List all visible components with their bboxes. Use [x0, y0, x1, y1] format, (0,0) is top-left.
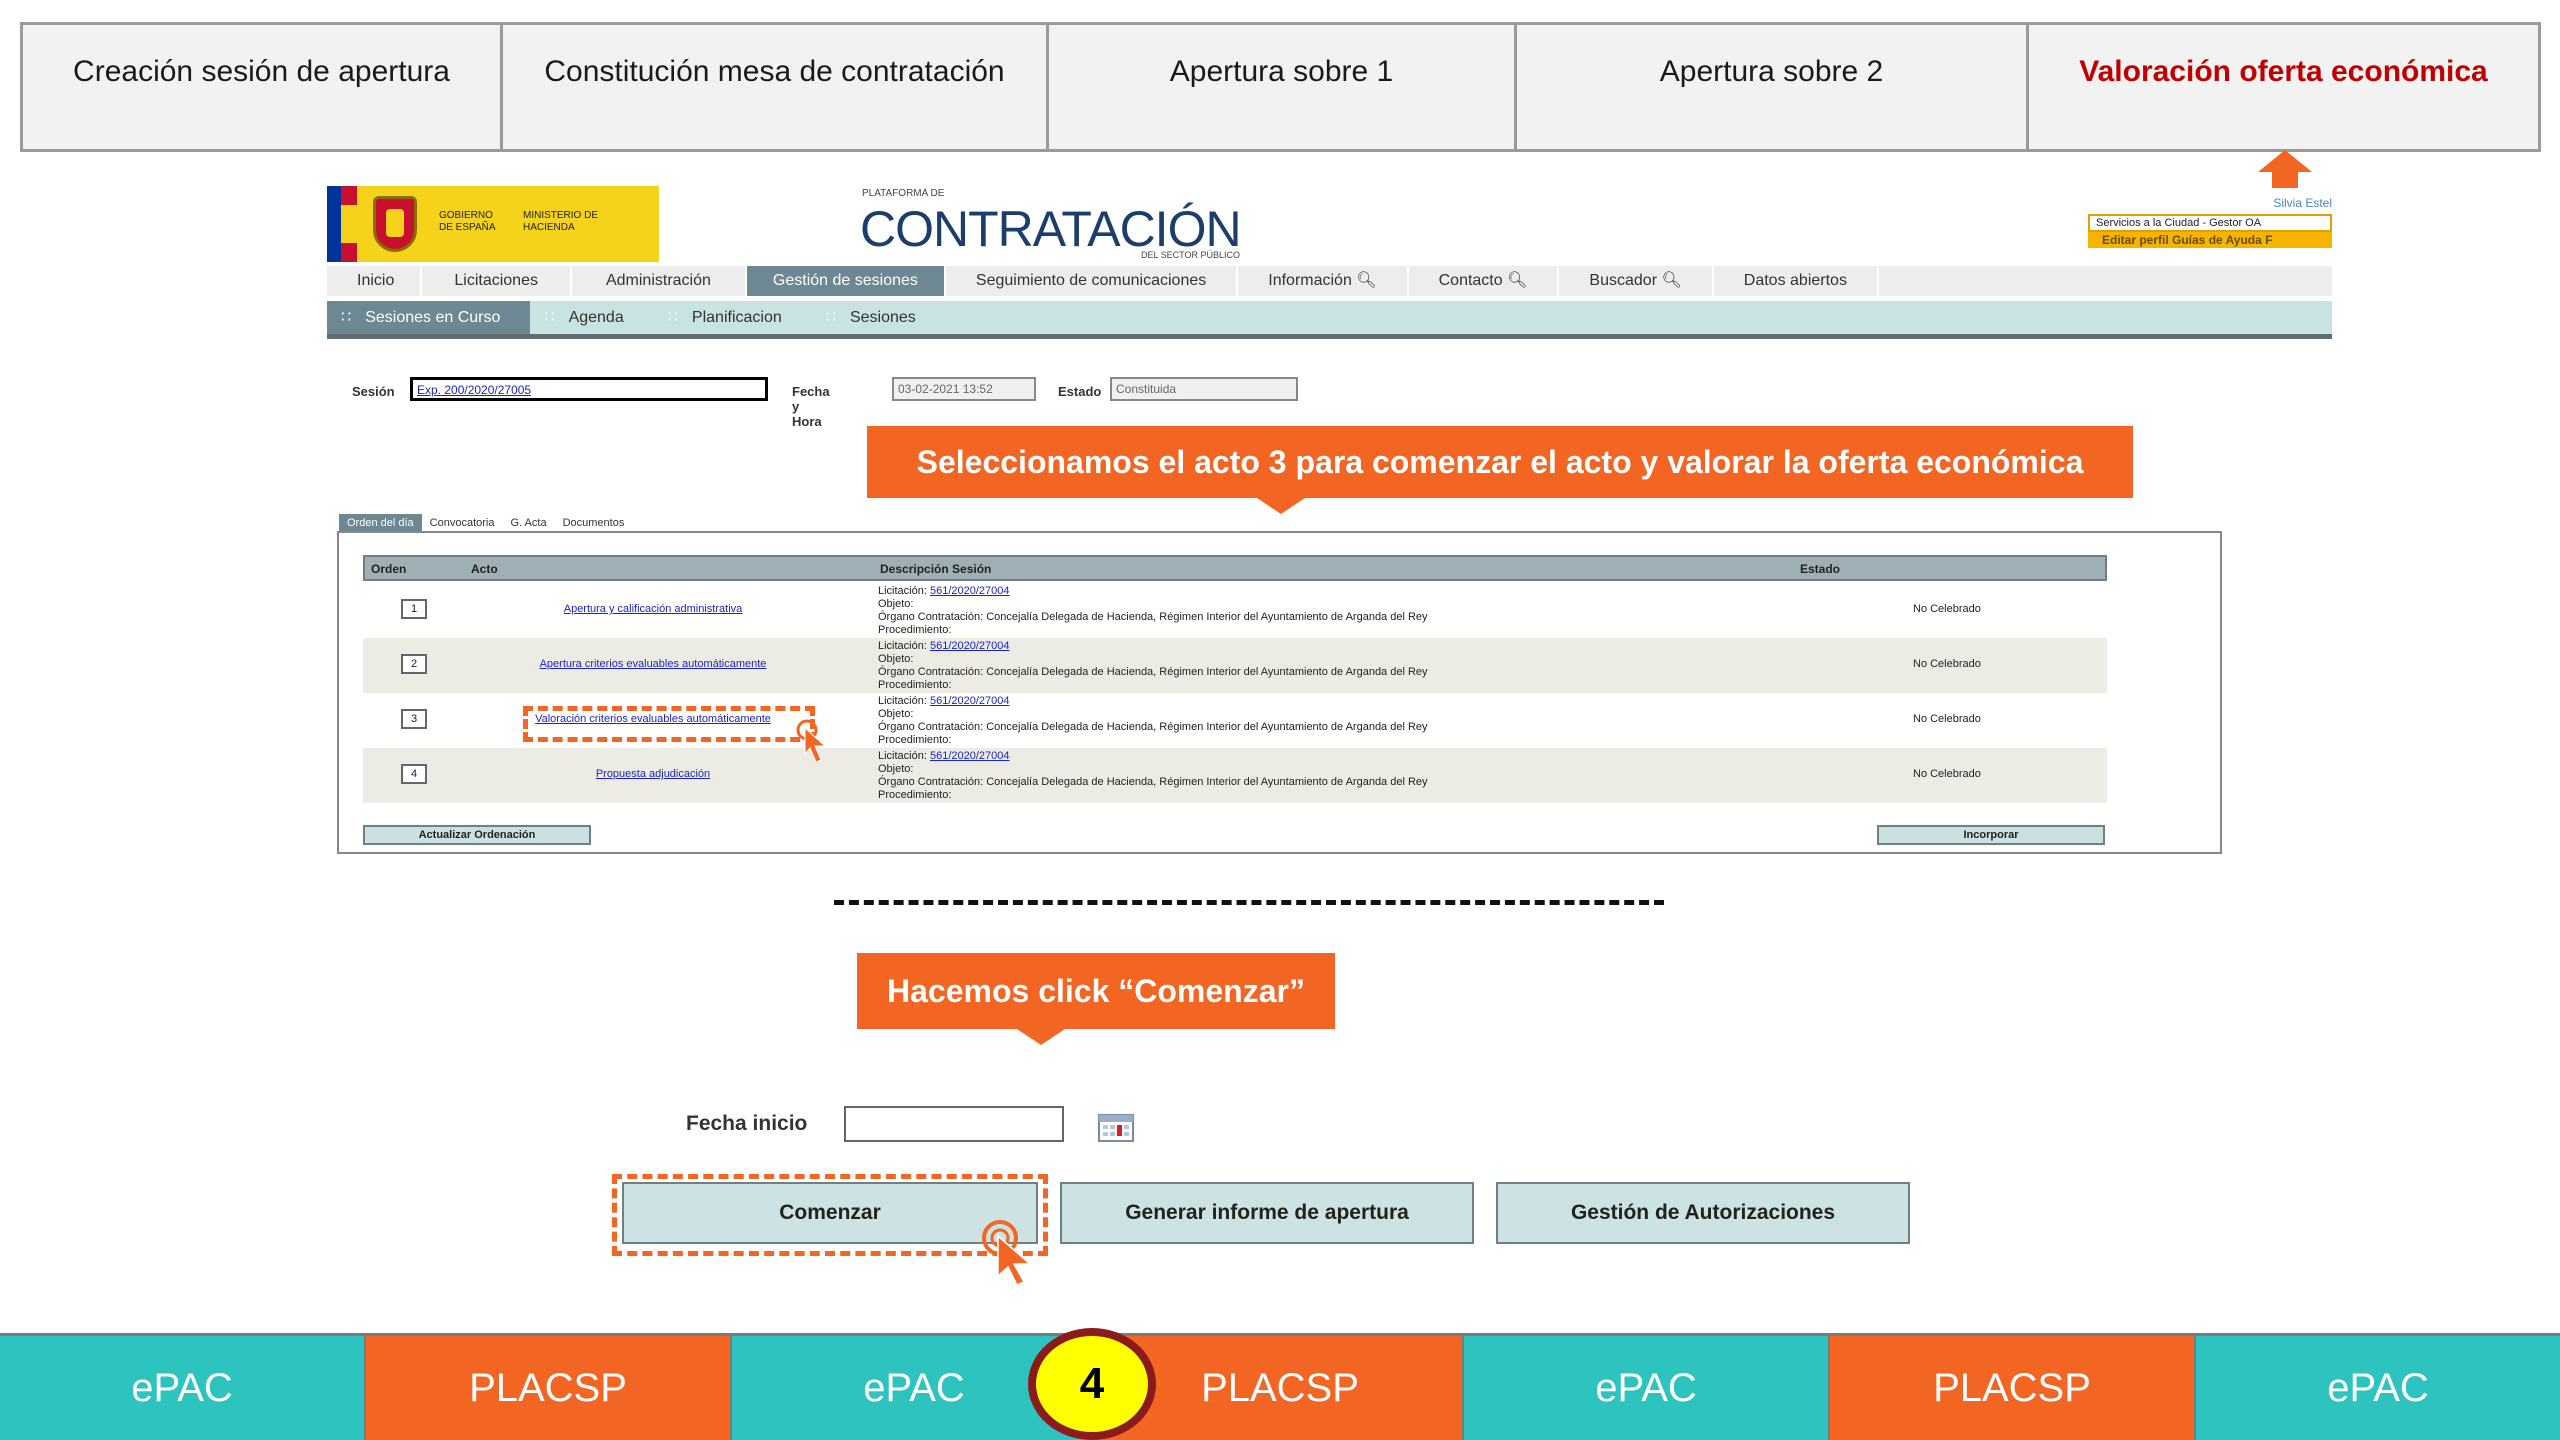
gestion-autorizaciones-button[interactable]: Gestión de Autorizaciones: [1496, 1182, 1910, 1244]
table-header: Orden Acto Descripción Sesión Estado: [363, 555, 2107, 581]
step-number-badge: 4: [1028, 1328, 1156, 1440]
highlight-acto-3: [523, 706, 815, 742]
tab-convocatoria[interactable]: Convocatoria: [422, 514, 503, 532]
generar-informe-button[interactable]: Generar informe de apertura: [1060, 1182, 1474, 1244]
fecha-inicio-input[interactable]: [844, 1106, 1064, 1142]
hand-cursor-icon: [796, 719, 827, 762]
callout-click-comenzar: Hacemos click “Comenzar”: [857, 953, 1335, 1045]
section-divider: [834, 900, 1664, 905]
nav-seguimiento[interactable]: Seguimiento de comunicaciones: [946, 266, 1239, 296]
sesion-link[interactable]: Exp. 200/2020/27005: [410, 377, 768, 401]
orden-del-dia-table: Orden Acto Descripción Sesión Estado 1 A…: [337, 531, 2222, 854]
table-row: 4 Propuesta adjudicación Licitación: 561…: [363, 748, 2107, 803]
plataforma-logo: PLATAFORMA DE CONTRATACIÓN DEL SECTOR PÚ…: [860, 188, 1242, 260]
user-panel: Silvia Estel Servicios a la Ciudad - Ges…: [2088, 196, 2332, 252]
main-nav: Inicio Licitaciones Administración Gesti…: [327, 266, 2332, 296]
incorporar-button[interactable]: Incorporar: [1877, 825, 2105, 845]
nav-informacion[interactable]: Información 🔍︎: [1238, 266, 1409, 296]
subnav-sesiones-en-curso[interactable]: Sesiones en Curso: [327, 301, 531, 334]
nav-datos-abiertos[interactable]: Datos abiertos: [1714, 266, 1879, 296]
licitacion-link[interactable]: 561/2020/27004: [930, 750, 1010, 762]
step-valoracion-oferta: Valoración oferta económica: [2079, 55, 2488, 88]
process-step-bar: Creación sesión de apertura Constitución…: [20, 22, 2541, 152]
tab-orden-del-dia[interactable]: Orden del día: [339, 514, 422, 532]
gobierno-logo: GOBIERNO DE ESPAÑA MINISTERIO DE HACIEND…: [327, 186, 659, 262]
callout-select-acto-3: Seleccionamos el acto 3 para comenzar el…: [867, 426, 2133, 514]
fecha-inicio-label: Fecha inicio: [686, 1112, 808, 1135]
bottom-phase-bar: ePAC PLACSP ePAC PLACSP ePAC PLACSP ePAC: [0, 1333, 2560, 1440]
user-org-select[interactable]: Servicios a la Ciudad - Gestor OA: [2088, 214, 2332, 232]
phase-epac: ePAC: [1464, 1336, 1830, 1440]
coat-of-arms-icon: [373, 196, 417, 252]
orden-input[interactable]: 1: [401, 599, 427, 619]
nav-licitaciones[interactable]: Licitaciones: [422, 266, 572, 296]
table-row: 1 Apertura y calificación administrativa…: [363, 583, 2107, 638]
calendar-icon[interactable]: [1098, 1112, 1134, 1142]
tab-documentos[interactable]: Documentos: [555, 514, 633, 532]
subnav-planificacion[interactable]: Planificacion: [654, 301, 812, 334]
phase-placsp: PLACSP: [1830, 1336, 2196, 1440]
orden-input[interactable]: 3: [401, 709, 427, 729]
subnav-agenda[interactable]: Agenda: [530, 301, 653, 334]
step-creacion-sesion: Creación sesión de apertura: [23, 25, 503, 149]
actualizar-ordenacion-button[interactable]: Actualizar Ordenación: [363, 825, 591, 845]
licitacion-link[interactable]: 561/2020/27004: [930, 695, 1010, 707]
estado-field: Constituida: [1110, 377, 1298, 401]
table-row: 2 Apertura criterios evaluables automáti…: [363, 638, 2107, 693]
orden-input[interactable]: 2: [401, 654, 427, 674]
session-tabs: Orden del día Convocatoria G. Acta Docum…: [339, 514, 632, 532]
tab-g-acta[interactable]: G. Acta: [502, 514, 554, 532]
nav-buscador[interactable]: Buscador 🔍︎: [1559, 266, 1714, 296]
phase-epac: ePAC: [0, 1336, 366, 1440]
step-constitucion-mesa: Constitución mesa de contratación: [503, 25, 1049, 149]
nav-gestion-sesiones[interactable]: Gestión de sesiones: [746, 266, 946, 296]
sub-nav: Sesiones en Curso Agenda Planificacion S…: [327, 301, 2332, 339]
acto-link[interactable]: Apertura y calificación administrativa: [463, 603, 843, 615]
step-apertura-sobre-2: Apertura sobre 2: [1517, 25, 2029, 149]
hand-cursor-icon: [982, 1220, 1032, 1286]
licitacion-link[interactable]: 561/2020/27004: [930, 640, 1010, 652]
acto-link[interactable]: Propuesta adjudicación: [463, 768, 843, 780]
step-apertura-sobre-1: Apertura sobre 1: [1049, 25, 1517, 149]
nav-contacto[interactable]: Contacto 🔍︎: [1409, 266, 1560, 296]
user-links[interactable]: Editar perfil Guías de Ayuda F: [2088, 232, 2332, 248]
fecha-hora-field: 03-02-2021 13:52: [892, 377, 1036, 401]
phase-placsp: PLACSP: [366, 1336, 732, 1440]
phase-epac: ePAC: [2196, 1336, 2560, 1440]
search-icon: 🔍︎: [1507, 272, 1528, 289]
subnav-sesiones[interactable]: Sesiones: [812, 301, 946, 334]
orden-input[interactable]: 4: [401, 764, 427, 784]
search-icon: 🔍︎: [1356, 272, 1377, 289]
licitacion-link[interactable]: 561/2020/27004: [930, 585, 1010, 597]
search-icon: 🔍︎: [1661, 272, 1682, 289]
acto-link[interactable]: Apertura criterios evaluables automática…: [463, 658, 843, 670]
nav-inicio[interactable]: Inicio: [327, 266, 423, 296]
nav-administracion[interactable]: Administración: [572, 266, 747, 296]
user-name[interactable]: Silvia Estel: [2273, 196, 2332, 210]
arrow-up-icon: [2258, 150, 2312, 188]
